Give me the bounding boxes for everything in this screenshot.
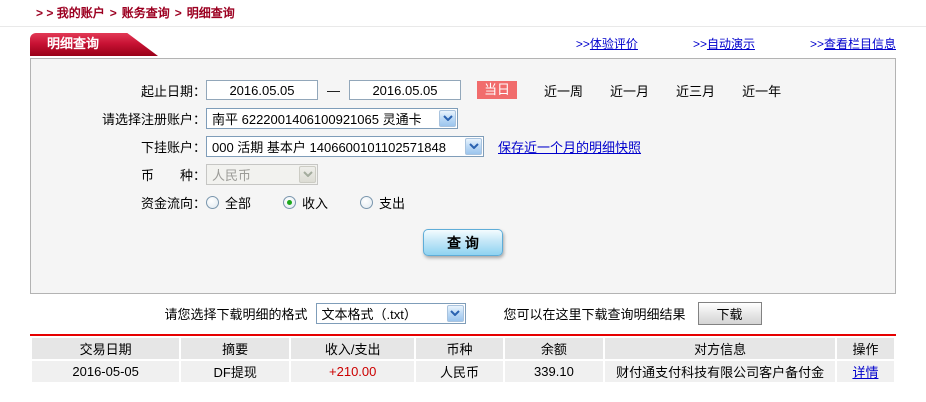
flow-option-all[interactable]: 全部 [206, 193, 251, 212]
fund-flow-row: 资金流向： 全部 收入 支出 [31, 191, 895, 213]
link-experience-rating[interactable]: >>体验评价 [576, 35, 638, 52]
download-hint: 您可以在这里下载查询明细结果 [504, 304, 686, 323]
chevron-down-icon [443, 115, 453, 121]
flow-option-label: 支出 [379, 193, 405, 212]
query-form-panel: 起止日期： — 当日 近一周 近一月 近三月 近一年 请选择注册账户： 南平 6… [30, 58, 896, 294]
breadcrumb-item-account-query[interactable]: 账务查询 [122, 6, 170, 20]
page: > > 我的账户>账务查询>明细查询 明细查询 >>体验评价 >>自动演示 >>… [0, 0, 926, 402]
currency-label: 币 种： [31, 165, 206, 184]
cell-counterparty: 财付通支付科技有限公司客户备付金 [605, 361, 835, 382]
select-arrow-button-disabled [299, 166, 316, 183]
cell-currency: 人民币 [416, 361, 502, 382]
link-prefix: >> [576, 37, 590, 51]
currency-select-disabled: 人民币 [206, 164, 318, 185]
results-table: 交易日期 摘要 收入/支出 币种 余额 对方信息 操作 2016-05-05 D… [30, 336, 896, 384]
currency-value: 人民币 [212, 165, 251, 184]
breadcrumb: > > 我的账户>账务查询>明细查询 [0, 0, 926, 27]
header-action: 操作 [837, 338, 894, 359]
link-label: 自动演示 [707, 37, 755, 51]
cell-amount: +210.00 [291, 361, 414, 382]
registered-account-label: 请选择注册账户： [31, 109, 206, 128]
quick-range-today[interactable]: 当日 [477, 81, 517, 99]
registered-account-select[interactable]: 南平 6222001406100921065 灵通卡 [206, 108, 458, 129]
date-range-row: 起止日期： — 当日 近一周 近一月 近三月 近一年 [31, 79, 895, 101]
table-header-row: 交易日期 摘要 收入/支出 币种 余额 对方信息 操作 [32, 338, 894, 359]
detail-link[interactable]: 详情 [852, 365, 878, 380]
link-prefix: >> [693, 37, 707, 51]
header-summary: 摘要 [181, 338, 289, 359]
header-income-expense: 收入/支出 [291, 338, 414, 359]
fund-flow-label: 资金流向： [31, 193, 206, 212]
header-trade-date: 交易日期 [32, 338, 179, 359]
chevron-down-icon [450, 310, 460, 316]
header-links: >>体验评价 >>自动演示 >>查看栏目信息 [521, 35, 896, 56]
radio-icon[interactable] [206, 196, 219, 209]
download-format-value: 文本格式（.txt） [322, 304, 417, 323]
download-button[interactable]: 下载 [698, 302, 762, 325]
tab-row: 明细查询 >>体验评价 >>自动演示 >>查看栏目信息 [30, 33, 896, 56]
date-from-input[interactable] [206, 80, 318, 100]
download-format-select-wrap: 文本格式（.txt） [316, 303, 466, 324]
tab-detail-query[interactable]: 明细查询 [30, 33, 158, 56]
sub-account-select[interactable]: 000 活期 基本户 1406600101102571848 [206, 136, 484, 157]
snapshot-link[interactable]: 保存近一个月的明细快照 [498, 137, 641, 156]
cell-action: 详情 [837, 361, 894, 382]
radio-checked-icon[interactable] [283, 196, 296, 209]
quick-range-month[interactable]: 近一月 [610, 81, 649, 100]
date-separator: — [327, 83, 340, 98]
sub-account-row: 下挂账户： 000 活期 基本户 1406600101102571848 保存近… [31, 135, 895, 157]
header-currency: 币种 [416, 338, 502, 359]
breadcrumb-item-my-account[interactable]: 我的账户 [57, 6, 105, 20]
date-to-input[interactable] [349, 80, 461, 100]
breadcrumb-item-detail-query[interactable]: 明细查询 [187, 6, 235, 20]
select-arrow-button[interactable] [465, 138, 482, 155]
download-format-label: 请您选择下载明细的格式 [164, 304, 307, 323]
date-range-label: 起止日期： [31, 81, 206, 100]
quick-range-year[interactable]: 近一年 [742, 81, 781, 100]
flow-option-expense[interactable]: 支出 [360, 193, 405, 212]
header-counterparty: 对方信息 [605, 338, 835, 359]
sub-account-value: 000 活期 基本户 1406600101102571848 [212, 137, 446, 156]
download-format-select[interactable]: 文本格式（.txt） [316, 303, 466, 324]
registered-account-row: 请选择注册账户： 南平 6222001406100921065 灵通卡 [31, 107, 895, 129]
download-row: 请您选择下载明细的格式 文本格式（.txt） 您可以在这里下载查询明细结果 下载 [30, 301, 896, 325]
link-label: 查看栏目信息 [824, 37, 896, 51]
select-arrow-button[interactable] [447, 305, 464, 322]
table-row: 2016-05-05 DF提现 +210.00 人民币 339.10 财付通支付… [32, 361, 894, 382]
flow-option-label: 收入 [302, 193, 328, 212]
header-balance: 余额 [505, 338, 604, 359]
cell-balance: 339.10 [505, 361, 604, 382]
quick-range-quarter[interactable]: 近三月 [676, 81, 715, 100]
sub-account-label: 下挂账户： [31, 137, 206, 156]
cell-trade-date: 2016-05-05 [32, 361, 179, 382]
registered-account-value: 南平 6222001406100921065 灵通卡 [212, 109, 422, 128]
breadcrumb-separator: > [105, 6, 122, 20]
chevron-down-icon [303, 171, 313, 177]
currency-row: 币 种： 人民币 [31, 163, 895, 185]
chevron-down-icon [469, 143, 479, 149]
cell-summary: DF提现 [181, 361, 289, 382]
breadcrumb-prefix: > > [36, 6, 57, 20]
flow-option-label: 全部 [225, 193, 251, 212]
breadcrumb-separator: > [170, 6, 187, 20]
flow-option-income[interactable]: 收入 [283, 193, 328, 212]
query-button[interactable]: 查 询 [423, 229, 503, 256]
content: 明细查询 >>体验评价 >>自动演示 >>查看栏目信息 起止日期： — 当日 近… [30, 33, 896, 384]
radio-icon[interactable] [360, 196, 373, 209]
link-view-column-info[interactable]: >>查看栏目信息 [810, 35, 896, 52]
link-prefix: >> [810, 37, 824, 51]
select-arrow-button[interactable] [439, 110, 456, 127]
quick-range-week[interactable]: 近一周 [544, 81, 583, 100]
link-label: 体验评价 [590, 37, 638, 51]
link-auto-demo[interactable]: >>自动演示 [693, 35, 755, 52]
